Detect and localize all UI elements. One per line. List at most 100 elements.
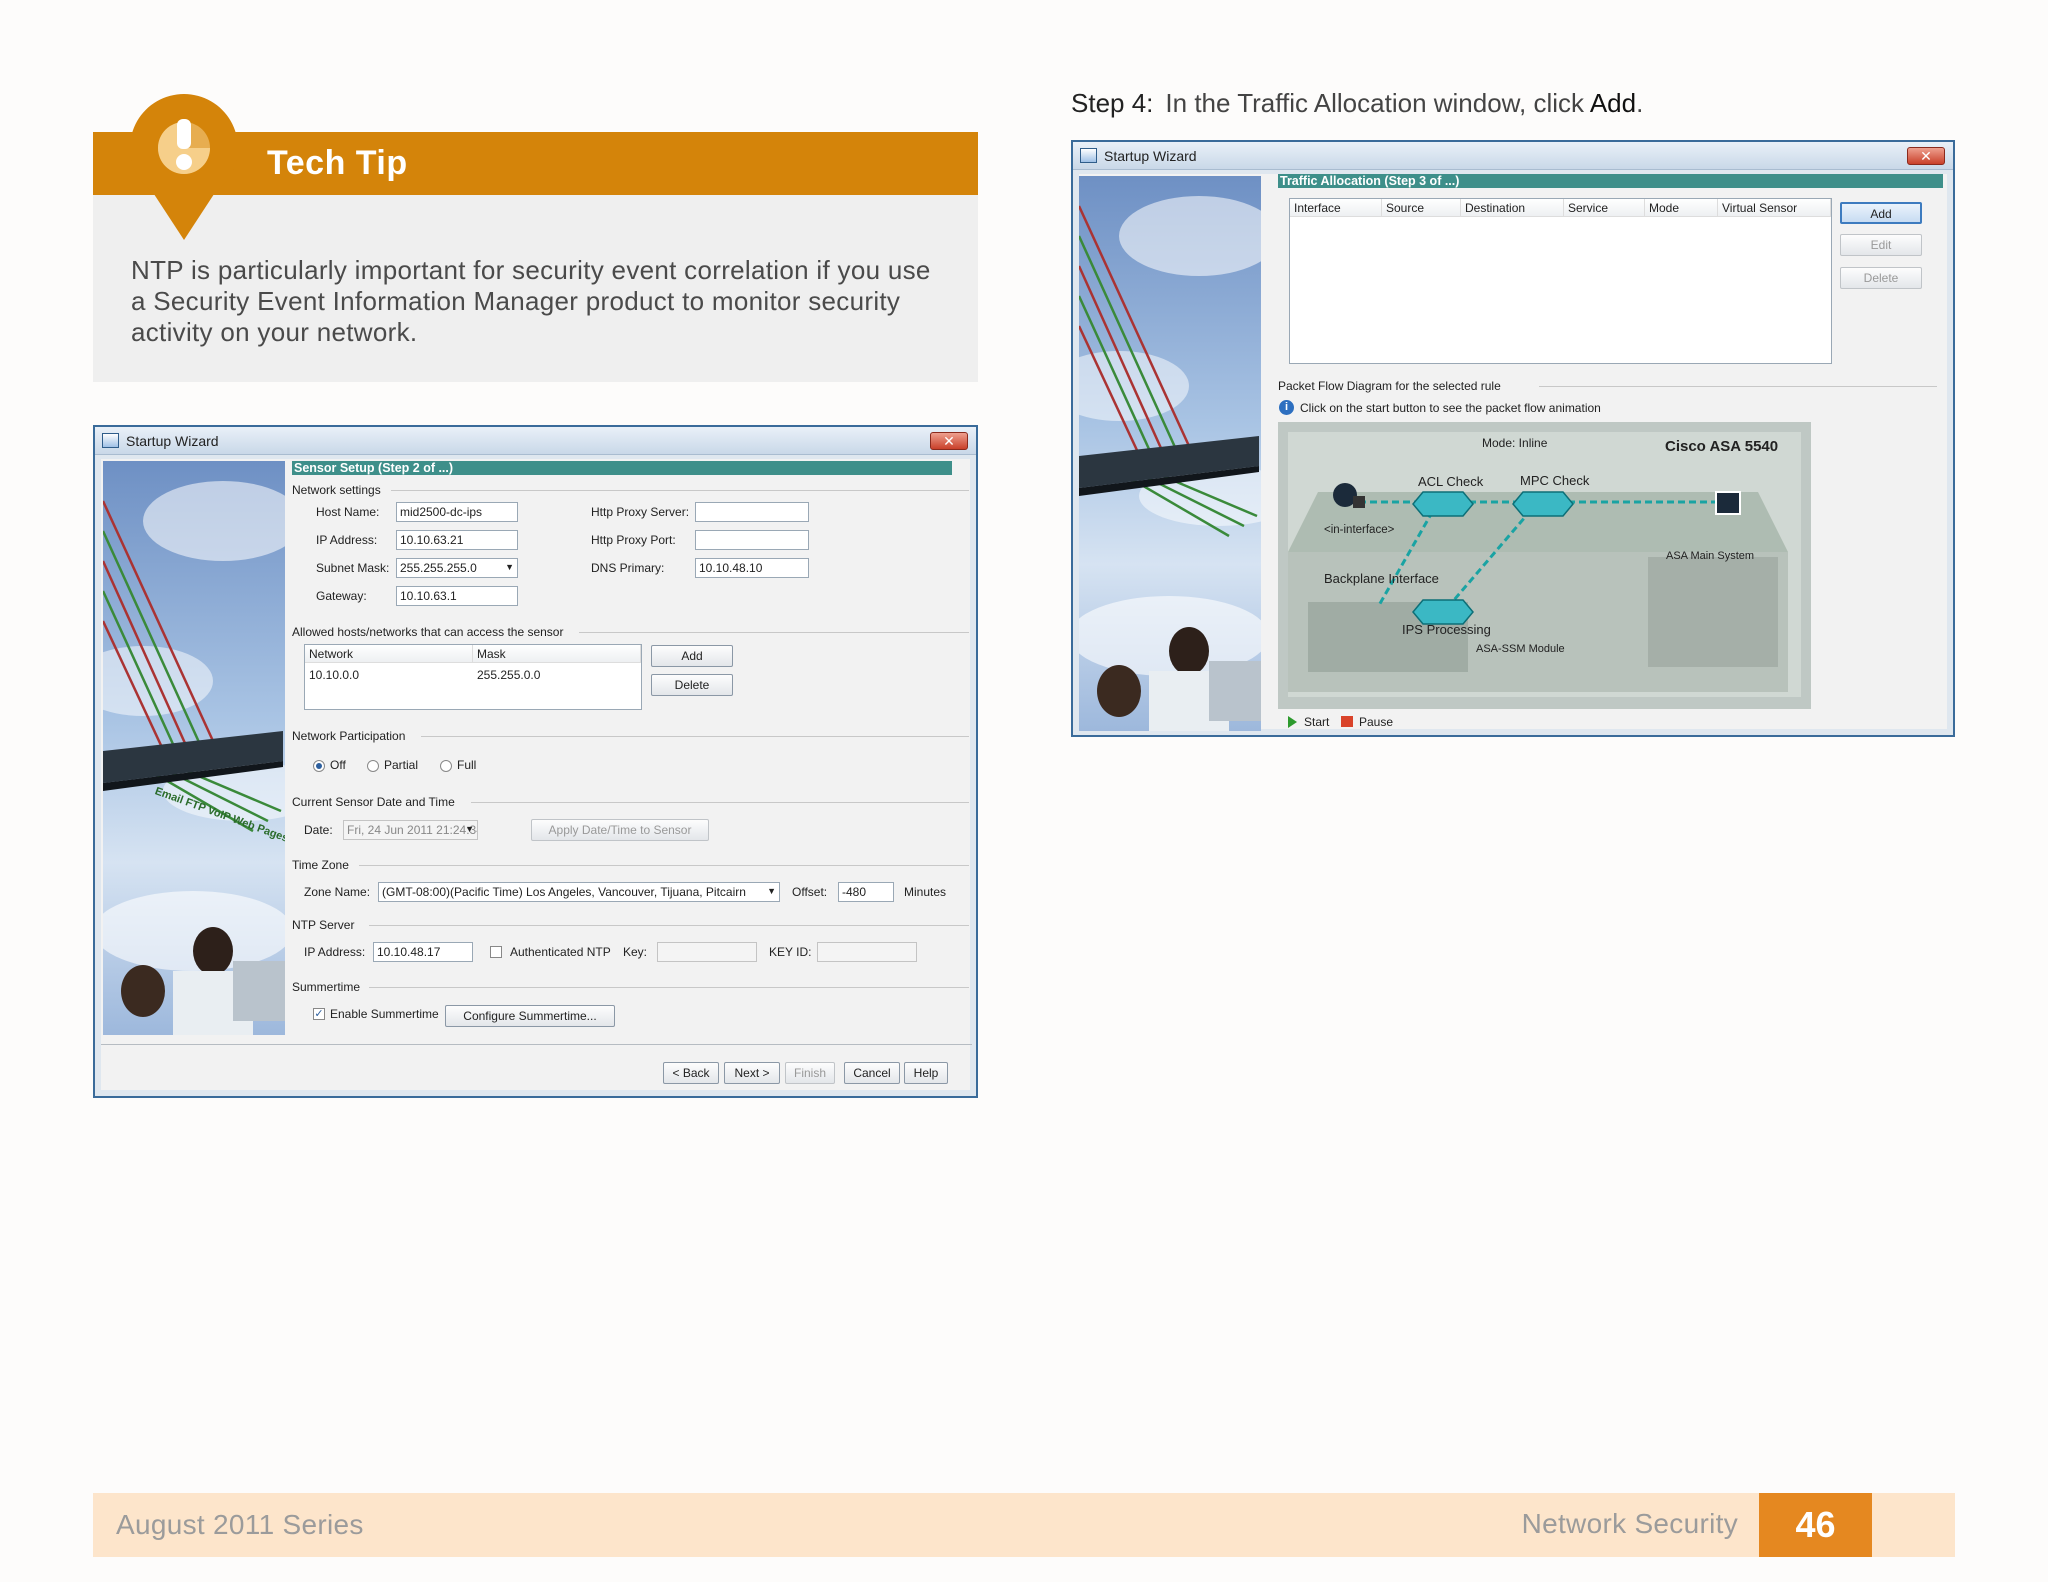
ntp-keyid-label: KEY ID:: [769, 945, 812, 959]
window-title: Startup Wizard: [126, 433, 219, 449]
subnet-mask-select[interactable]: 255.255.255.0 ▼: [396, 558, 518, 578]
diagram-mpc-check: MPC Check: [1520, 473, 1590, 488]
authenticated-ntp-label: Authenticated NTP: [510, 945, 611, 959]
allowed-hosts-section: Allowed hosts/networks that can access t…: [292, 625, 564, 639]
footer-series: August 2011 Series: [116, 1509, 364, 1540]
diagram-backplane: Backplane Interface: [1324, 571, 1439, 586]
pause-icon[interactable]: [1341, 716, 1353, 727]
next-button[interactable]: Next >: [724, 1062, 780, 1084]
participation-partial-label: Partial: [384, 758, 419, 772]
footer-section: Network Security: [1521, 1508, 1738, 1539]
packet-flow-section: Packet Flow Diagram for the selected rul…: [1278, 379, 1501, 393]
step-header: Traffic Allocation (Step 3 of ...): [1278, 174, 1943, 188]
column-header-source[interactable]: Source: [1382, 199, 1461, 217]
window-titlebar: Startup Wizard ✕: [95, 427, 976, 455]
window-title: Startup Wizard: [1104, 148, 1197, 164]
close-icon[interactable]: ✕: [930, 432, 968, 450]
configure-summertime-button[interactable]: Configure Summertime...: [445, 1005, 615, 1027]
add-host-button[interactable]: Add: [651, 645, 733, 667]
chevron-down-icon: ▼: [465, 824, 474, 834]
participation-full-radio[interactable]: [440, 760, 452, 772]
help-button[interactable]: Help: [904, 1062, 948, 1084]
traffic-rules-table: Interface Source Destination Service Mod…: [1289, 198, 1832, 364]
app-icon: [102, 433, 119, 448]
divider: [359, 865, 969, 866]
start-button-label[interactable]: Start: [1304, 715, 1329, 729]
side-art-graphic: [103, 481, 285, 1035]
diagram-ssm-module: ASA-SSM Module: [1476, 643, 1565, 655]
divider: [421, 736, 969, 737]
proxy-server-label: Http Proxy Server:: [591, 505, 690, 519]
datetime-section: Current Sensor Date and Time: [292, 795, 455, 809]
divider: [579, 632, 969, 633]
wizard-side-image: Email FTP VoIP Web Pages: [103, 461, 285, 1035]
ntp-key-label: Key:: [623, 945, 648, 959]
column-header-mode[interactable]: Mode: [1645, 199, 1718, 217]
participation-off-radio[interactable]: [313, 760, 325, 772]
chevron-down-icon: ▼: [767, 886, 776, 896]
ip-address-field[interactable]: 10.10.63.21: [396, 530, 518, 550]
diagram-mode: Mode: Inline: [1482, 436, 1548, 450]
column-header-virtual-sensor[interactable]: Virtual Sensor: [1718, 199, 1831, 217]
window-body: Traffic Allocation (Step 3 of ...) Inter…: [1079, 174, 1947, 731]
participation-off-label: Off: [330, 758, 346, 772]
delete-rule-button[interactable]: Delete: [1840, 267, 1922, 289]
authenticated-ntp-checkbox[interactable]: [490, 946, 502, 958]
participation-partial-radio[interactable]: [367, 760, 379, 772]
close-icon[interactable]: ✕: [1907, 147, 1945, 165]
ntp-key-field[interactable]: [657, 942, 757, 962]
date-field: Fri, 24 Jun 2011 21:24:34 ▼: [343, 820, 478, 840]
packet-flow-diagram: Mode: Inline Cisco ASA 5540 ACL Check MP…: [1278, 422, 1811, 709]
ntp-keyid-field[interactable]: [817, 942, 917, 962]
network-settings-section: Network settings: [292, 483, 381, 497]
column-header-network[interactable]: Network: [305, 645, 473, 663]
ntp-server-section: NTP Server: [292, 918, 355, 932]
divider: [369, 925, 969, 926]
offset-field[interactable]: -480: [838, 882, 894, 902]
table-cell-mask[interactable]: 255.255.0.0: [477, 668, 540, 682]
step-header: Sensor Setup (Step 2 of ...): [292, 461, 952, 475]
cancel-button[interactable]: Cancel: [844, 1062, 900, 1084]
minutes-label: Minutes: [904, 885, 947, 899]
zone-name-select[interactable]: (GMT-08:00)(Pacific Time) Los Angeles, V…: [378, 882, 780, 902]
ntp-ip-field[interactable]: 10.10.48.17: [373, 942, 473, 962]
add-rule-button[interactable]: Add: [1840, 202, 1922, 224]
gateway-field[interactable]: 10.10.63.1: [396, 586, 518, 606]
column-header-mask[interactable]: Mask: [473, 645, 641, 663]
start-icon[interactable]: [1288, 716, 1297, 728]
dns-primary-field[interactable]: 10.10.48.10: [695, 558, 809, 578]
delete-host-button[interactable]: Delete: [651, 674, 733, 696]
summertime-section: Summertime: [292, 980, 361, 994]
page-number-badge: 46: [1759, 1493, 1872, 1557]
table-cell-network[interactable]: 10.10.0.0: [309, 668, 359, 682]
gateway-label: Gateway:: [316, 589, 367, 603]
finish-button[interactable]: Finish: [785, 1062, 835, 1084]
pause-button-label[interactable]: Pause: [1359, 715, 1393, 729]
exclamation-icon: [129, 94, 238, 240]
diagram-graphic: [1288, 432, 1801, 697]
tech-tip-title: Tech Tip: [267, 144, 408, 182]
column-header-destination[interactable]: Destination: [1461, 199, 1564, 217]
zone-name-value: (GMT-08:00)(Pacific Time) Los Angeles, V…: [382, 885, 746, 899]
network-participation-section: Network Participation: [292, 729, 406, 743]
info-icon: i: [1279, 400, 1294, 415]
dns-primary-label: DNS Primary:: [591, 561, 665, 575]
sensor-setup-window: Startup Wizard ✕ Email FTP VoIP Web Page…: [93, 425, 978, 1098]
allowed-hosts-table: Network Mask 10.10.0.0 255.255.0.0: [304, 644, 642, 710]
ip-address-label: IP Address:: [316, 533, 378, 547]
column-header-interface[interactable]: Interface: [1290, 199, 1382, 217]
diagram-main-system: ASA Main System: [1666, 550, 1755, 562]
date-value: Fri, 24 Jun 2011 21:24:34: [347, 823, 478, 837]
wizard-side-image: [1079, 176, 1261, 731]
divider: [369, 987, 969, 988]
apply-datetime-button[interactable]: Apply Date/Time to Sensor: [531, 819, 709, 841]
proxy-port-label: Http Proxy Port:: [591, 533, 676, 547]
column-header-service[interactable]: Service: [1564, 199, 1645, 217]
proxy-server-field[interactable]: [695, 502, 809, 522]
back-button[interactable]: < Back: [663, 1062, 719, 1084]
enable-summertime-checkbox[interactable]: ✓: [313, 1008, 325, 1020]
host-name-field[interactable]: mid2500-dc-ips: [396, 502, 518, 522]
step-heading: Step 4: In the Traffic Allocation window,…: [1071, 88, 1643, 119]
edit-rule-button[interactable]: Edit: [1840, 234, 1922, 256]
proxy-port-field[interactable]: [695, 530, 809, 550]
